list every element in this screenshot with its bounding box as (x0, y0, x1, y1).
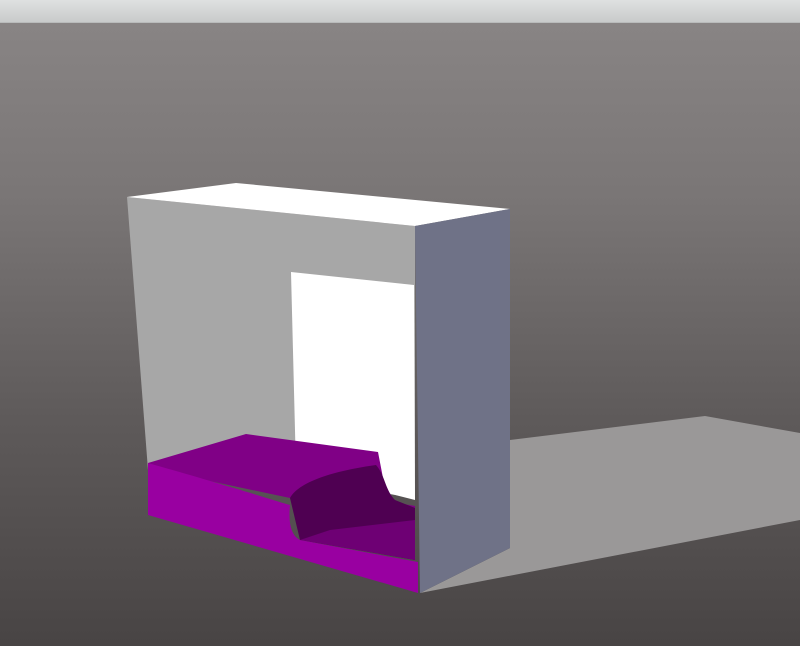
3d-scene[interactable] (0, 0, 800, 646)
3d-viewport[interactable] (0, 0, 800, 646)
box-right-face (415, 209, 510, 593)
